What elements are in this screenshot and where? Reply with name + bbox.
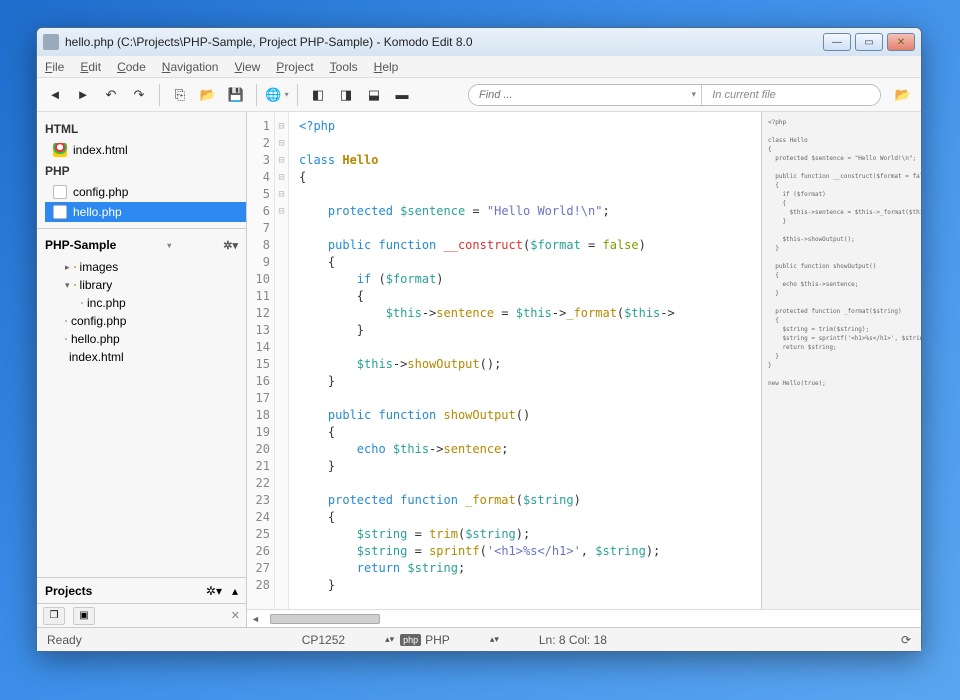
- tree-item-label: config.php: [71, 314, 126, 328]
- open-file-name: config.php: [73, 185, 128, 199]
- folder-icon: [74, 284, 76, 286]
- find-dropdown-icon[interactable]: ▾: [686, 85, 702, 105]
- toggle-button[interactable]: ▬: [390, 84, 414, 106]
- file-icon: [81, 302, 83, 304]
- project-tree: ▸ images ▾ library inc.php config.php hello…: [45, 258, 238, 366]
- window-title: hello.php (C:\Projects\PHP-Sample, Proje…: [65, 35, 823, 49]
- find-box[interactable]: ▾: [468, 84, 881, 106]
- project-name[interactable]: PHP-Sample: [45, 238, 116, 252]
- open-file-name: hello.php: [73, 205, 122, 219]
- new-file-button[interactable]: ⎘: [168, 84, 192, 106]
- tree-item-label: index.html: [69, 350, 124, 364]
- maximize-button[interactable]: ▭: [855, 33, 883, 51]
- editor[interactable]: 1234567891011121314151617181920212223242…: [247, 112, 921, 609]
- sidebar-tab-button-2[interactable]: ▣: [73, 607, 95, 625]
- project-gear-icon[interactable]: ✲▾: [223, 239, 238, 252]
- lang-icon: php: [400, 634, 421, 646]
- back-button[interactable]: ◄: [43, 84, 67, 106]
- file-icon: [53, 185, 67, 199]
- menu-project[interactable]: Project: [276, 60, 313, 74]
- status-ready: Ready: [47, 633, 82, 647]
- save-button[interactable]: 💾: [224, 84, 248, 106]
- menu-help[interactable]: Help: [374, 60, 399, 74]
- scroll-left-icon[interactable]: ◄: [251, 614, 260, 624]
- menu-file[interactable]: File: [45, 60, 64, 74]
- tree-item-label: library: [80, 278, 113, 292]
- close-button[interactable]: ✕: [887, 33, 915, 51]
- forward-button[interactable]: ►: [71, 84, 95, 106]
- undo-button[interactable]: ↶: [99, 84, 123, 106]
- pane-bottom-button[interactable]: ⬓: [362, 84, 386, 106]
- app-icon: [43, 34, 59, 50]
- minimap[interactable]: <?php class Hello { protected $sentence …: [761, 112, 921, 609]
- sidebar: HTML index.html PHP config.php hello.php PHP…: [37, 112, 247, 627]
- fold-column[interactable]: ⊟⊟⊟⊟⊟⊟: [275, 112, 289, 609]
- projects-collapse-icon[interactable]: ▴: [232, 584, 238, 598]
- pane-right-button[interactable]: ◨: [334, 84, 358, 106]
- open-file-item[interactable]: config.php: [45, 182, 246, 202]
- separator: [297, 84, 298, 106]
- tree-item[interactable]: ▸ images: [45, 258, 238, 276]
- open-files-group-header: HTML: [45, 118, 246, 140]
- menubar: File Edit Code Navigation View Project T…: [37, 56, 921, 78]
- tree-item-label: inc.php: [87, 296, 126, 310]
- toolbar: ◄ ► ↶ ↷ ⎘ 📂 💾 🌐▾ ◧ ◨ ⬓ ▬ ▾ 📂: [37, 78, 921, 112]
- status-language[interactable]: PHP: [425, 633, 450, 647]
- sidebar-bottom-bar: ❐ ▣ ✕: [37, 603, 246, 627]
- language-selector-icon[interactable]: ▴▾: [490, 634, 499, 645]
- tree-item[interactable]: hello.php: [45, 330, 238, 348]
- folder-icon: [74, 266, 76, 268]
- tree-item-label: hello.php: [71, 332, 120, 346]
- file-icon: [53, 205, 67, 219]
- titlebar[interactable]: hello.php (C:\Projects\PHP-Sample, Proje…: [37, 28, 921, 56]
- pane-left-button[interactable]: ◧: [306, 84, 330, 106]
- sidebar-tab-button-1[interactable]: ❐: [43, 607, 65, 625]
- chrome-icon: [53, 143, 67, 157]
- redo-button[interactable]: ↷: [127, 84, 151, 106]
- open-file-name: index.html: [73, 143, 128, 157]
- tree-item[interactable]: config.php: [45, 312, 238, 330]
- chevron-icon[interactable]: ▾: [65, 280, 70, 291]
- find-input[interactable]: [469, 85, 686, 105]
- code-area[interactable]: <?php class Hello{ protected $sentence =…: [289, 112, 761, 609]
- menu-tools[interactable]: Tools: [330, 60, 358, 74]
- horizontal-scrollbar[interactable]: ◄: [247, 609, 921, 627]
- sidebar-close-icon[interactable]: ✕: [231, 609, 240, 622]
- projects-gear-icon[interactable]: ✲▾: [206, 584, 222, 598]
- separator: [256, 84, 257, 106]
- menu-edit[interactable]: Edit: [80, 60, 101, 74]
- open-button[interactable]: 📂: [196, 84, 220, 106]
- projects-bar: Projects ✲▾ ▴: [37, 577, 246, 603]
- open-file-item[interactable]: hello.php: [45, 202, 246, 222]
- line-number-gutter: 1234567891011121314151617181920212223242…: [247, 112, 275, 609]
- open-file-item[interactable]: index.html: [45, 140, 246, 160]
- minimize-button[interactable]: —: [823, 33, 851, 51]
- menu-navigation[interactable]: Navigation: [162, 60, 219, 74]
- tree-item[interactable]: inc.php: [45, 294, 238, 312]
- chevron-icon[interactable]: ▸: [65, 262, 70, 273]
- tree-item[interactable]: ▾ library: [45, 276, 238, 294]
- open-files-pane: HTML index.html PHP config.php hello.php: [37, 112, 246, 228]
- find-scope[interactable]: [702, 85, 880, 105]
- projects-label[interactable]: Projects: [45, 584, 196, 598]
- encoding-selector-icon[interactable]: ▴▾: [385, 634, 394, 645]
- menu-code[interactable]: Code: [117, 60, 146, 74]
- status-encoding[interactable]: CP1252: [302, 633, 345, 647]
- project-pane: PHP-Sample ▾ ✲▾ ▸ images ▾ library inc.php c…: [37, 228, 246, 577]
- menu-view[interactable]: View: [234, 60, 260, 74]
- app-window: hello.php (C:\Projects\PHP-Sample, Proje…: [36, 27, 922, 652]
- scroll-thumb[interactable]: [270, 614, 380, 624]
- status-bar: Ready CP1252 ▴▾ php PHP ▴▾ Ln: 8 Col: 18…: [37, 627, 921, 651]
- status-sync-icon[interactable]: ⟳: [901, 633, 911, 647]
- tree-item[interactable]: index.html: [45, 348, 238, 366]
- status-position[interactable]: Ln: 8 Col: 18: [539, 633, 607, 647]
- separator: [159, 84, 160, 106]
- file-icon: [65, 320, 67, 322]
- open-file-toolbar-button[interactable]: 📂: [891, 84, 915, 106]
- project-dropdown-icon[interactable]: ▾: [167, 241, 171, 250]
- open-files-group-header: PHP: [45, 160, 246, 182]
- file-icon: [65, 338, 67, 340]
- globe-button[interactable]: 🌐▾: [265, 84, 289, 106]
- tree-item-label: images: [80, 260, 119, 274]
